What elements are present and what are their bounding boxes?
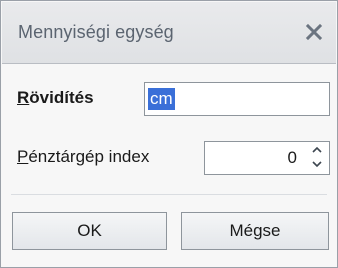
cancel-button[interactable]: Mégse [181,212,329,250]
abbreviation-label-text: övidítés [29,88,94,107]
close-button[interactable] [302,20,326,44]
dialog-title: Mennyiségi egység [18,22,174,42]
spin-up-button[interactable] [307,143,327,158]
abbreviation-access-key: R [17,88,30,107]
chevron-up-icon [312,146,322,153]
unit-of-measure-dialog: Mennyiségi egység Rövidítés cm Pénztárgé… [0,0,338,268]
register-index-input[interactable]: 0 [204,141,330,175]
ok-button[interactable]: OK [12,212,167,250]
abbreviation-input[interactable]: cm [144,82,330,116]
spin-down-button[interactable] [307,158,327,173]
abbreviation-value: cm [148,88,175,110]
register-index-label-text: énztárgép index [28,147,150,166]
title-bar[interactable]: Mennyiségi egység [2,2,336,64]
register-index-access-key: P [17,147,29,166]
register-index-spinner[interactable] [307,143,327,173]
button-divider [11,194,327,195]
chevron-down-icon [312,161,322,168]
abbreviation-label: Rövidítés [17,88,94,108]
close-icon [305,23,323,41]
register-index-value: 0 [287,148,297,167]
register-index-label: Pénztárgép index [17,147,149,167]
